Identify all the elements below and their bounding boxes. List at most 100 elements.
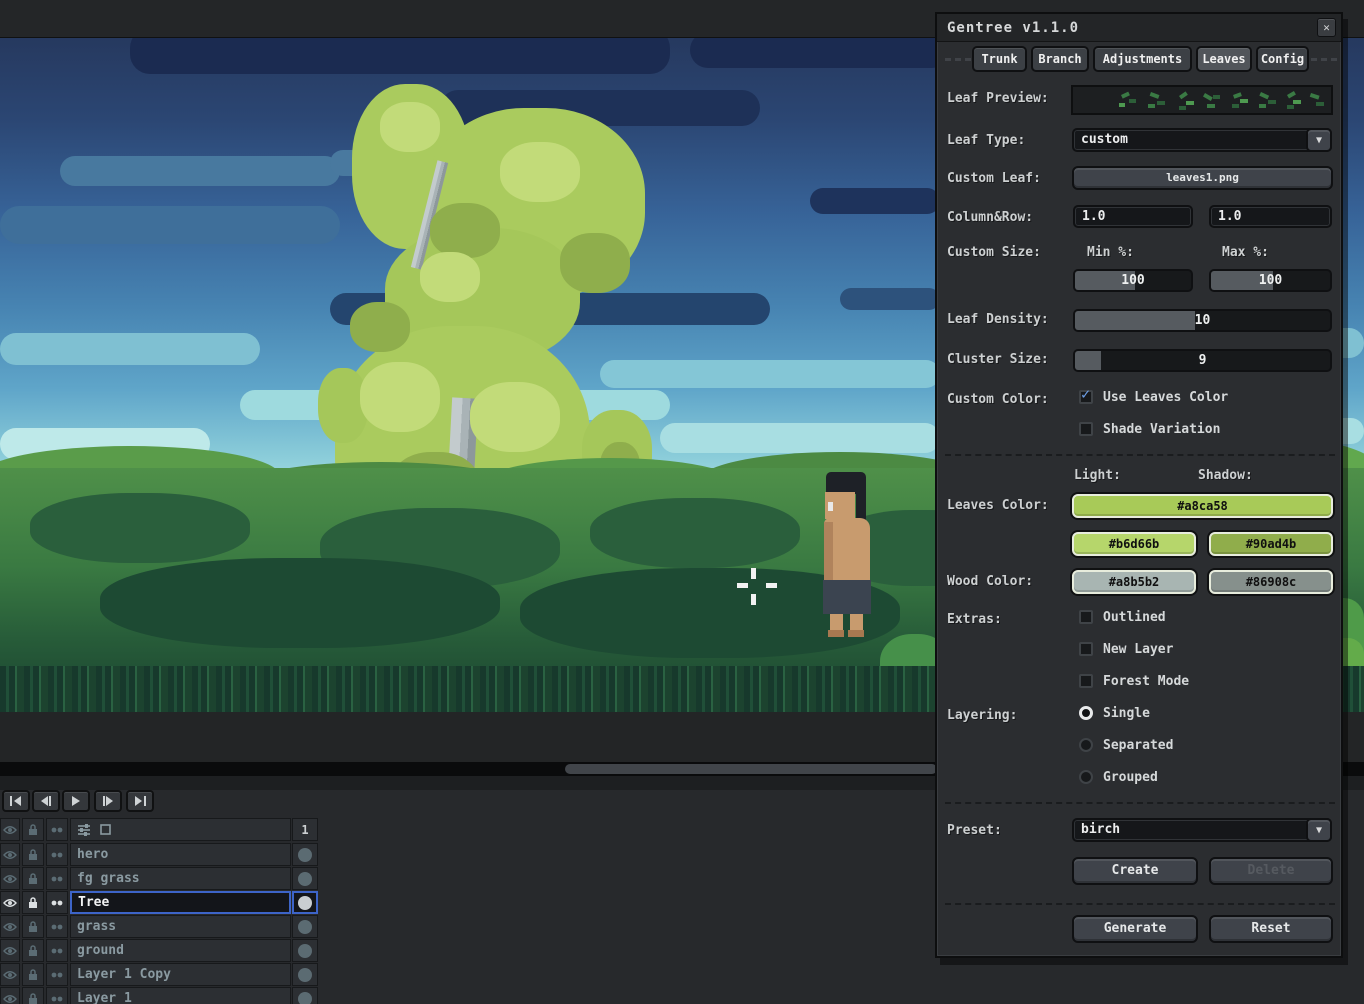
layer-name[interactable]: Layer 1 [70,987,291,1004]
layer-linked-cels-icon[interactable] [46,987,68,1004]
layer-name[interactable]: grass [70,915,291,938]
extras-label: Extras: [947,612,1002,627]
section-divider [945,903,1335,905]
leaves-light-color-swatch[interactable]: #b6d66b [1072,532,1196,556]
separated-radio[interactable] [1079,738,1093,752]
layer-lock-icon[interactable] [22,891,44,914]
leaf-preview-box [1071,85,1333,115]
layer-visibility-eye-icon[interactable] [0,891,20,914]
layer-visibility-eye-icon[interactable] [0,963,20,986]
row-input[interactable]: 1.0 [1209,205,1332,228]
layer-name[interactable]: ground [70,939,291,962]
expand-timeline-icon[interactable] [99,823,112,836]
leaf-density-slider[interactable]: 10 [1073,309,1332,332]
layer-linked-cels-icon[interactable] [46,891,68,914]
generate-button[interactable]: Generate [1072,915,1198,943]
tab-trunk[interactable]: Trunk [972,46,1027,72]
delete-preset-button[interactable]: Delete [1209,857,1333,885]
layer-settings-icon[interactable] [77,823,91,837]
use-leaves-color-checkbox[interactable]: ✓ [1079,385,1093,404]
leaves-shadow-color-swatch[interactable]: #90ad4b [1209,532,1333,556]
layer-lock-icon[interactable] [22,939,44,962]
next-frame-button[interactable] [94,790,122,812]
new-layer-option[interactable]: New Layer [1103,642,1173,657]
lock-column-header-icon[interactable] [22,818,44,841]
layer-visibility-eye-icon[interactable] [0,867,20,890]
outlined-checkbox[interactable] [1079,610,1093,624]
min-size-slider[interactable]: 100 [1073,269,1193,292]
leaf-type-dropdown[interactable]: custom [1072,128,1332,152]
layer-linked-cels-icon[interactable] [46,963,68,986]
leaves-main-color-swatch[interactable]: #a8ca58 [1072,494,1333,518]
layer-visibility-eye-icon[interactable] [0,987,20,1004]
close-icon[interactable]: ✕ [1317,18,1336,37]
section-divider [945,802,1335,804]
horizontal-scrollbar-thumb[interactable] [565,764,937,774]
layer-linked-cels-icon[interactable] [46,915,68,938]
single-radio[interactable] [1079,706,1093,720]
layer-name[interactable]: hero [70,843,291,866]
cel-cell[interactable] [292,987,318,1004]
frame-number-header[interactable]: 1 [292,818,318,841]
cel-cell[interactable] [292,843,318,866]
tab-config[interactable]: Config [1256,46,1309,72]
cel-dot [298,919,312,934]
dialog-title[interactable]: Gentree v1.1.0 [937,14,1341,42]
grouped-option[interactable]: Grouped [1103,770,1158,785]
create-preset-button[interactable]: Create [1072,857,1198,885]
wood-light-color-swatch[interactable]: #a8b5b2 [1072,570,1196,594]
preset-dropdown-arrow-icon[interactable]: ▼ [1306,818,1332,842]
separated-option[interactable]: Separated [1103,738,1173,753]
forest-mode-checkbox[interactable] [1079,674,1093,688]
grouped-radio[interactable] [1079,770,1093,784]
outlined-option[interactable]: Outlined [1103,610,1166,625]
layer-lock-icon[interactable] [22,843,44,866]
custom-leaf-file-button[interactable]: leaves1.png [1072,166,1333,190]
tab-leaves[interactable]: Leaves [1196,46,1252,72]
max-percent-label: Max %: [1222,245,1269,260]
previous-frame-button[interactable] [32,790,60,812]
cel-cell[interactable] [292,963,318,986]
layer-name[interactable]: Tree [70,891,291,914]
last-frame-button[interactable] [126,790,154,812]
tab-row-decoration-right [1311,58,1337,61]
single-option[interactable]: Single [1103,706,1150,721]
tab-branch[interactable]: Branch [1031,46,1089,72]
cluster-size-slider[interactable]: 9 [1073,349,1332,372]
layer-name[interactable]: Layer 1 Copy [70,963,291,986]
wood-color-label: Wood Color: [947,574,1034,589]
layer-lock-icon[interactable] [22,987,44,1004]
shade-variation-checkbox[interactable] [1079,422,1093,436]
wood-shadow-color-swatch[interactable]: #86908c [1209,570,1333,594]
cel-cell[interactable] [292,939,318,962]
max-size-slider[interactable]: 100 [1209,269,1332,292]
play-button[interactable] [62,790,90,812]
shade-variation-option[interactable]: Shade Variation [1103,422,1220,437]
layer-lock-icon[interactable] [22,867,44,890]
cel-cell[interactable] [292,915,318,938]
new-layer-checkbox[interactable] [1079,642,1093,656]
leaf-type-dropdown-arrow-icon[interactable]: ▼ [1306,128,1332,152]
use-leaves-color-option[interactable]: Use Leaves Color [1103,390,1228,405]
eye-column-header-icon[interactable] [0,818,20,841]
tab-adjustments[interactable]: Adjustments [1093,46,1192,72]
cel-dot [298,991,312,1004]
layer-lock-icon[interactable] [22,915,44,938]
layer-visibility-eye-icon[interactable] [0,939,20,962]
layer-name[interactable]: fg grass [70,867,291,890]
reset-button[interactable]: Reset [1209,915,1333,943]
layer-lock-icon[interactable] [22,963,44,986]
cel-cell[interactable] [292,891,318,914]
cel-cell[interactable] [292,867,318,890]
layer-linked-cels-icon[interactable] [46,843,68,866]
first-frame-button[interactable] [2,790,30,812]
forest-mode-option[interactable]: Forest Mode [1103,674,1189,689]
column-input[interactable]: 1.0 [1073,205,1193,228]
cel-dot [298,871,312,886]
linked-cels-header-icon[interactable] [46,818,68,841]
layer-visibility-eye-icon[interactable] [0,915,20,938]
preset-dropdown[interactable]: birch [1072,818,1332,842]
layer-linked-cels-icon[interactable] [46,939,68,962]
layer-visibility-eye-icon[interactable] [0,843,20,866]
layer-linked-cels-icon[interactable] [46,867,68,890]
